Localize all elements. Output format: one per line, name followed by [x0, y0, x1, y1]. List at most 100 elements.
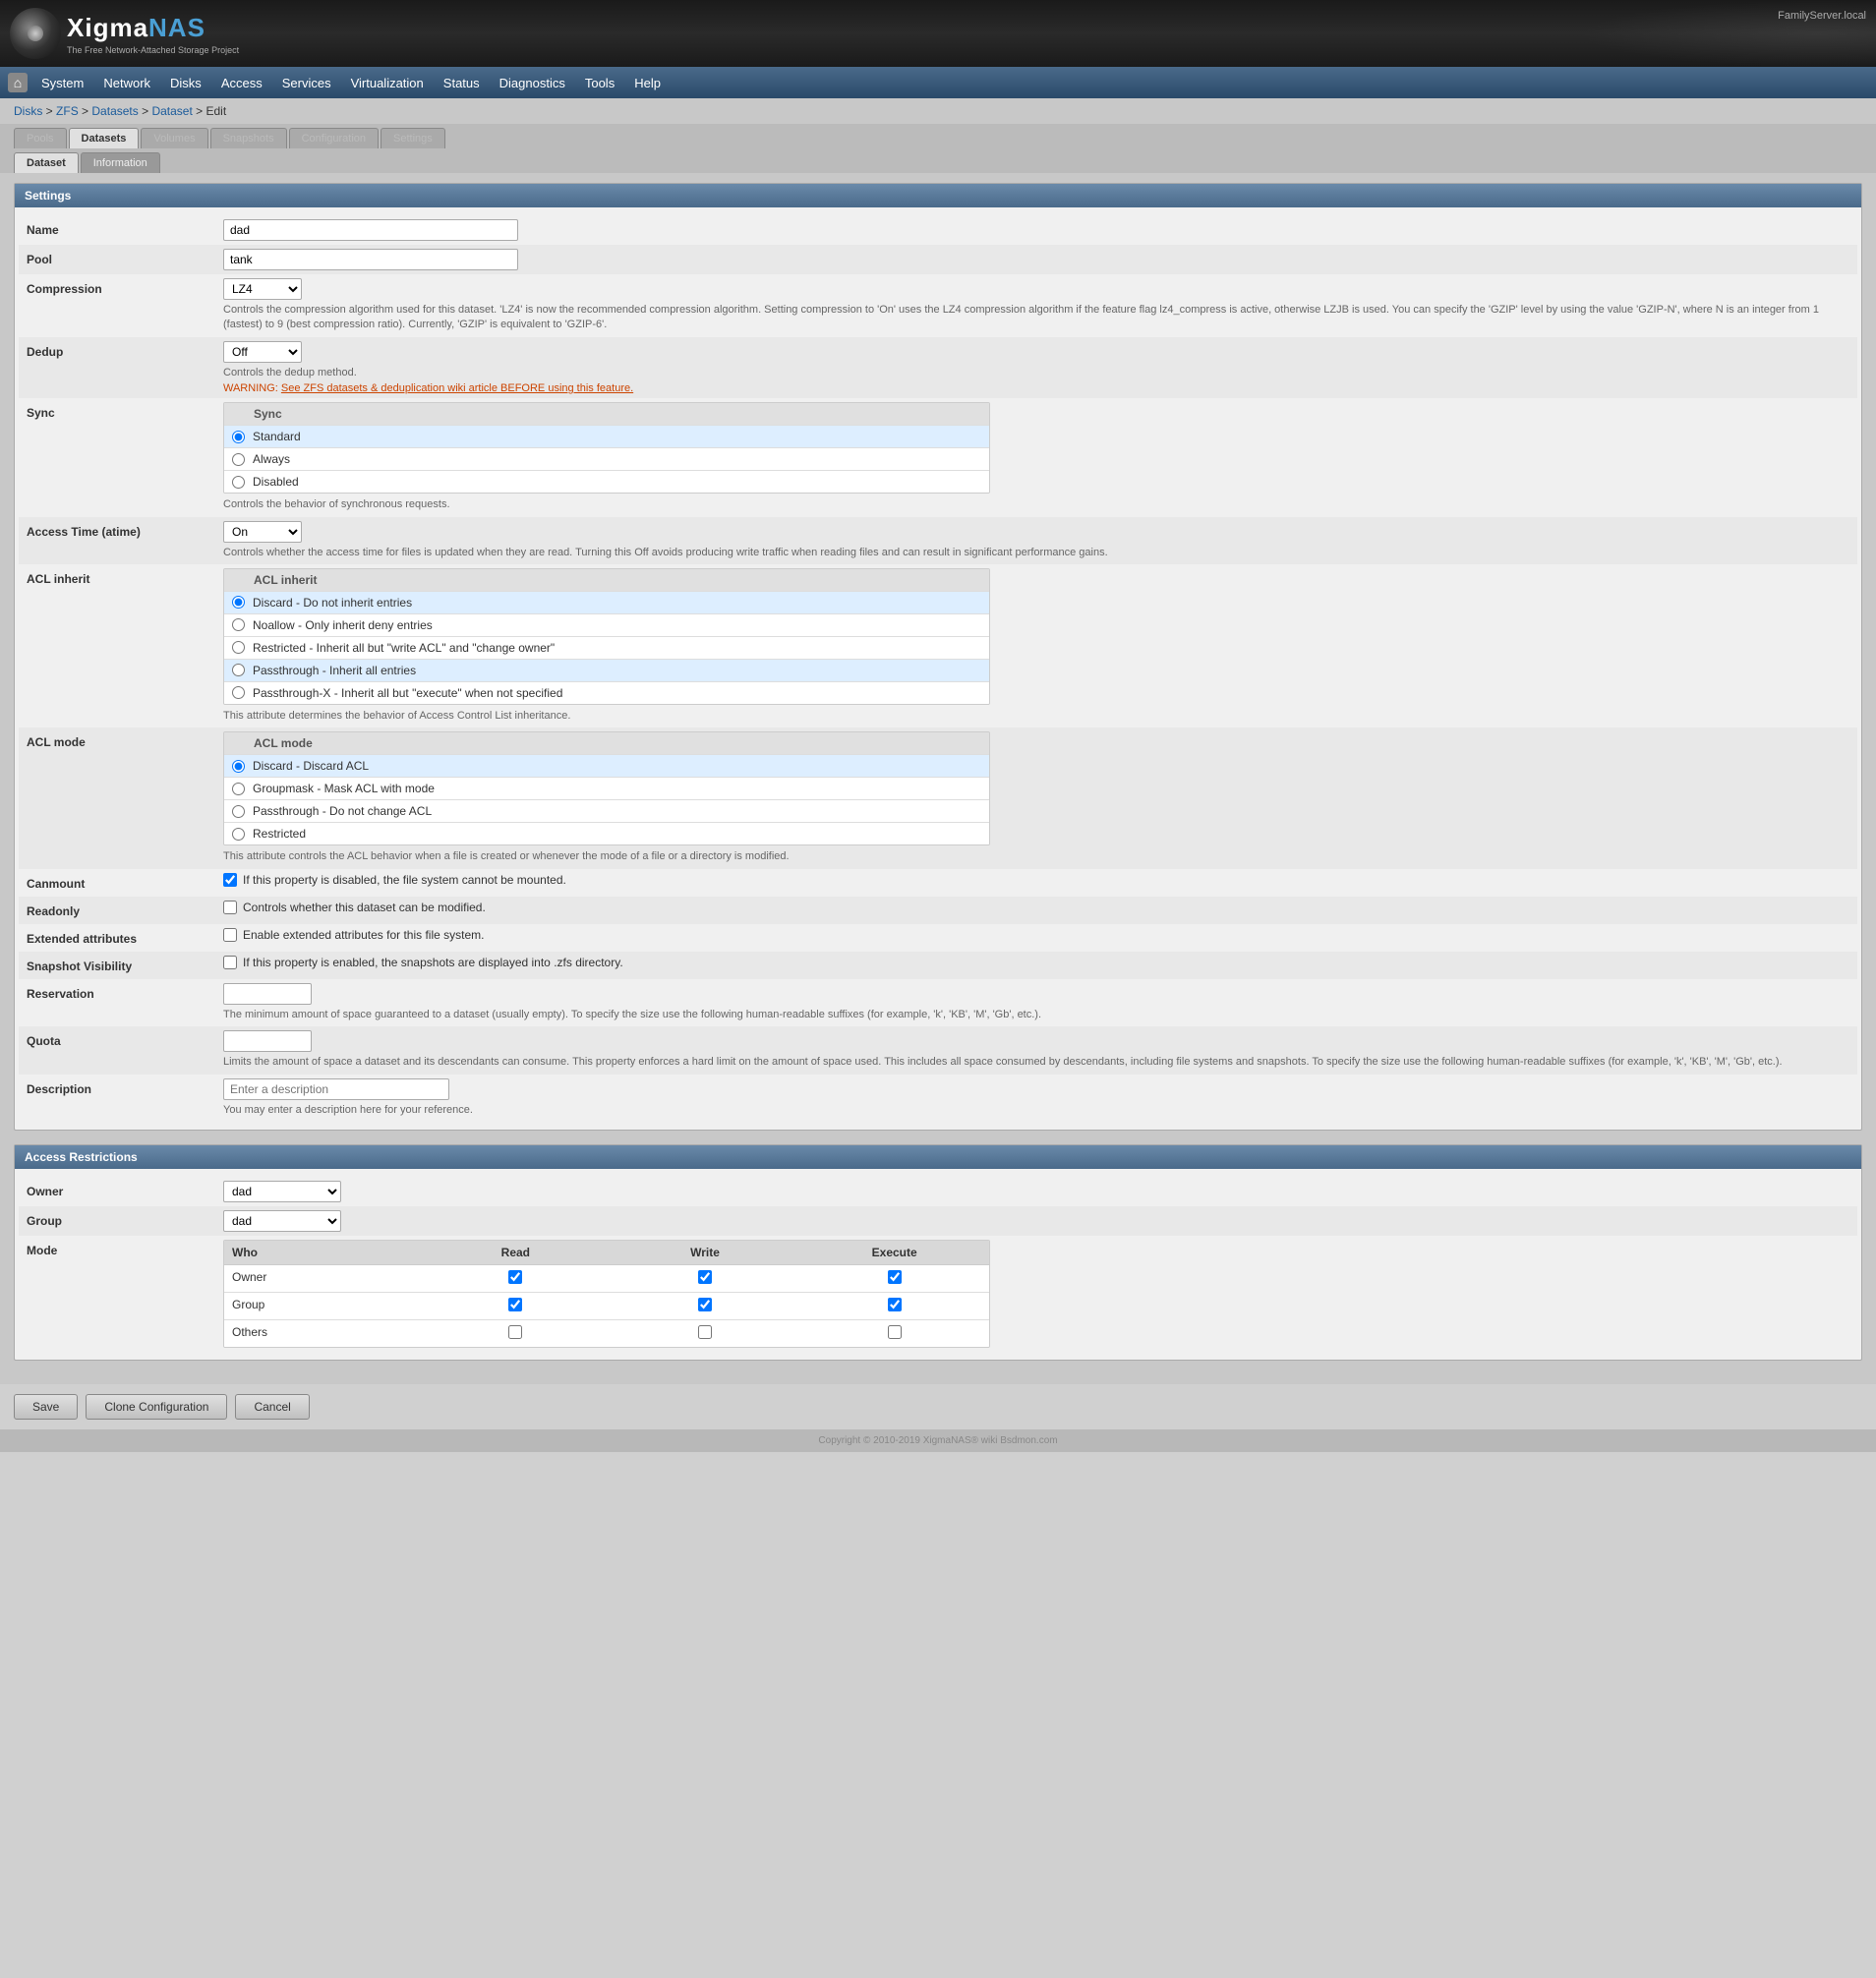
tab-dataset[interactable]: Dataset	[14, 152, 79, 173]
name-label: Name	[27, 219, 223, 237]
nav-network[interactable]: Network	[93, 70, 160, 96]
atime-select[interactable]: On Off	[223, 521, 302, 543]
name-input[interactable]	[223, 219, 518, 241]
settings-section-body: Name Pool Compression LZ4 Off	[15, 207, 1861, 1130]
clone-button[interactable]: Clone Configuration	[86, 1394, 227, 1420]
compression-select[interactable]: LZ4 Off On GZIP GZIP-1 GZIP-9 LZJB ZLE	[223, 278, 302, 300]
perm-others-execute-checkbox[interactable]	[888, 1325, 902, 1339]
perm-owner-read	[421, 1265, 611, 1292]
perm-others-read-checkbox[interactable]	[508, 1325, 522, 1339]
tab-configuration[interactable]: Configuration	[289, 128, 379, 148]
dedup-warning-link[interactable]: See ZFS datasets & deduplication wiki ar…	[281, 382, 633, 394]
owner-select[interactable]: dad root nobody	[223, 1181, 341, 1202]
nav-system[interactable]: System	[31, 70, 93, 96]
perm-others-read	[421, 1320, 611, 1347]
logo-nas: NAS	[148, 13, 205, 42]
reservation-input[interactable]	[223, 983, 312, 1005]
sync-radio-standard[interactable]	[232, 431, 245, 443]
breadcrumb-dataset[interactable]: Dataset	[151, 104, 192, 118]
main-content: Settings Name Pool Compression	[0, 173, 1876, 1384]
perm-who-header: Who	[224, 1241, 421, 1264]
save-button[interactable]: Save	[14, 1394, 78, 1420]
acl-inherit-radio-passthroughx[interactable]	[232, 686, 245, 699]
description-label: Description	[27, 1078, 223, 1096]
nav-services[interactable]: Services	[272, 70, 341, 96]
sync-radio-always[interactable]	[232, 453, 245, 466]
acl-inherit-radio-discard[interactable]	[232, 596, 245, 609]
acl-mode-radio-groupmask[interactable]	[232, 783, 245, 795]
perm-others-write-checkbox[interactable]	[698, 1325, 712, 1339]
acl-inherit-radio-passthrough[interactable]	[232, 664, 245, 676]
snapshot-vis-help: If this property is enabled, the snapsho…	[243, 956, 623, 969]
perm-header-row: Who Read Write Execute	[224, 1241, 989, 1265]
tab-information[interactable]: Information	[81, 152, 160, 173]
snapshot-vis-checkbox[interactable]	[223, 956, 237, 969]
dedup-help: Controls the dedup method.	[223, 366, 1849, 380]
tab-datasets[interactable]: Datasets	[69, 128, 140, 148]
mode-label: Mode	[27, 1240, 223, 1257]
cancel-button[interactable]: Cancel	[235, 1394, 309, 1420]
tab-snapshots[interactable]: Snapshots	[210, 128, 287, 148]
acl-mode-radio-discard[interactable]	[232, 760, 245, 773]
tab-pools[interactable]: Pools	[14, 128, 67, 148]
perm-owner-execute-checkbox[interactable]	[888, 1270, 902, 1284]
breadcrumb-disks[interactable]: Disks	[14, 104, 42, 118]
access-section: Access Restrictions Owner dad root nobod…	[14, 1144, 1862, 1361]
quota-input[interactable]	[223, 1030, 312, 1052]
logo-disk-icon	[10, 8, 61, 59]
footer-text: Copyright © 2010-2019 XigmaNAS® wiki Bsd…	[818, 1435, 1057, 1446]
reservation-label: Reservation	[27, 983, 223, 1001]
sync-row: Sync Sync Standard Always	[19, 398, 1857, 516]
sync-radio-disabled[interactable]	[232, 476, 245, 489]
readonly-row: Readonly Controls whether this dataset c…	[19, 897, 1857, 924]
nav-virtualization[interactable]: Virtualization	[341, 70, 434, 96]
pool-input[interactable]	[223, 249, 518, 270]
acl-mode-label: ACL mode	[27, 731, 223, 749]
group-label: Group	[27, 1210, 223, 1228]
dedup-label: Dedup	[27, 341, 223, 359]
perm-group-read-checkbox[interactable]	[508, 1298, 522, 1311]
bottom-buttons: Save Clone Configuration Cancel	[0, 1384, 1876, 1429]
nav-access[interactable]: Access	[211, 70, 272, 96]
acl-inherit-row: ACL inherit ACL inherit Discard - Do not…	[19, 564, 1857, 727]
nav-disks[interactable]: Disks	[160, 70, 211, 96]
description-input[interactable]	[223, 1078, 449, 1100]
sync-control: Sync Standard Always Disabled	[223, 402, 1849, 512]
perm-group-row: Group	[224, 1293, 989, 1320]
nav-help[interactable]: Help	[624, 70, 671, 96]
dedup-select[interactable]: Off On Verify SHA256	[223, 341, 302, 363]
quota-row: Quota Limits the amount of space a datas…	[19, 1026, 1857, 1074]
home-icon[interactable]: ⌂	[8, 73, 28, 92]
acl-mode-radio-passthrough[interactable]	[232, 805, 245, 818]
acl-mode-row: ACL mode ACL mode Discard - Discard ACL …	[19, 727, 1857, 868]
extended-attrs-checkbox[interactable]	[223, 928, 237, 942]
navbar: ⌂ System Network Disks Access Services V…	[0, 67, 1876, 98]
acl-mode-radio-restricted[interactable]	[232, 828, 245, 841]
acl-inherit-radio-restricted[interactable]	[232, 641, 245, 654]
acl-inherit-radio-noallow[interactable]	[232, 618, 245, 631]
canmount-checkbox[interactable]	[223, 873, 237, 887]
tab-settings[interactable]: Settings	[381, 128, 445, 148]
atime-control: On Off Controls whether the access time …	[223, 521, 1849, 560]
perm-owner-read-checkbox[interactable]	[508, 1270, 522, 1284]
group-select[interactable]: dad root nobody wheel	[223, 1210, 341, 1232]
nav-diagnostics[interactable]: Diagnostics	[490, 70, 575, 96]
perm-group-execute-checkbox[interactable]	[888, 1298, 902, 1311]
perm-others-row: Others	[224, 1320, 989, 1347]
nav-tools[interactable]: Tools	[575, 70, 624, 96]
breadcrumb: Disks > ZFS > Datasets > Dataset > Edit	[0, 98, 1876, 124]
access-section-header: Access Restrictions	[15, 1145, 1861, 1169]
breadcrumb-zfs[interactable]: ZFS	[56, 104, 79, 118]
breadcrumb-edit: Edit	[205, 104, 226, 118]
acl-mode-groupmask: Groupmask - Mask ACL with mode	[224, 778, 989, 800]
readonly-checkbox[interactable]	[223, 901, 237, 914]
acl-inherit-help: This attribute determines the behavior o…	[223, 709, 1849, 724]
perm-owner-write-checkbox[interactable]	[698, 1270, 712, 1284]
breadcrumb-datasets[interactable]: Datasets	[91, 104, 138, 118]
nav-status[interactable]: Status	[434, 70, 490, 96]
tab-volumes[interactable]: Volumes	[141, 128, 207, 148]
perm-group-write-checkbox[interactable]	[698, 1298, 712, 1311]
sync-option-standard: Standard	[224, 426, 989, 448]
perm-others-who: Others	[224, 1320, 421, 1347]
readonly-control: Controls whether this dataset can be mod…	[223, 901, 1849, 916]
